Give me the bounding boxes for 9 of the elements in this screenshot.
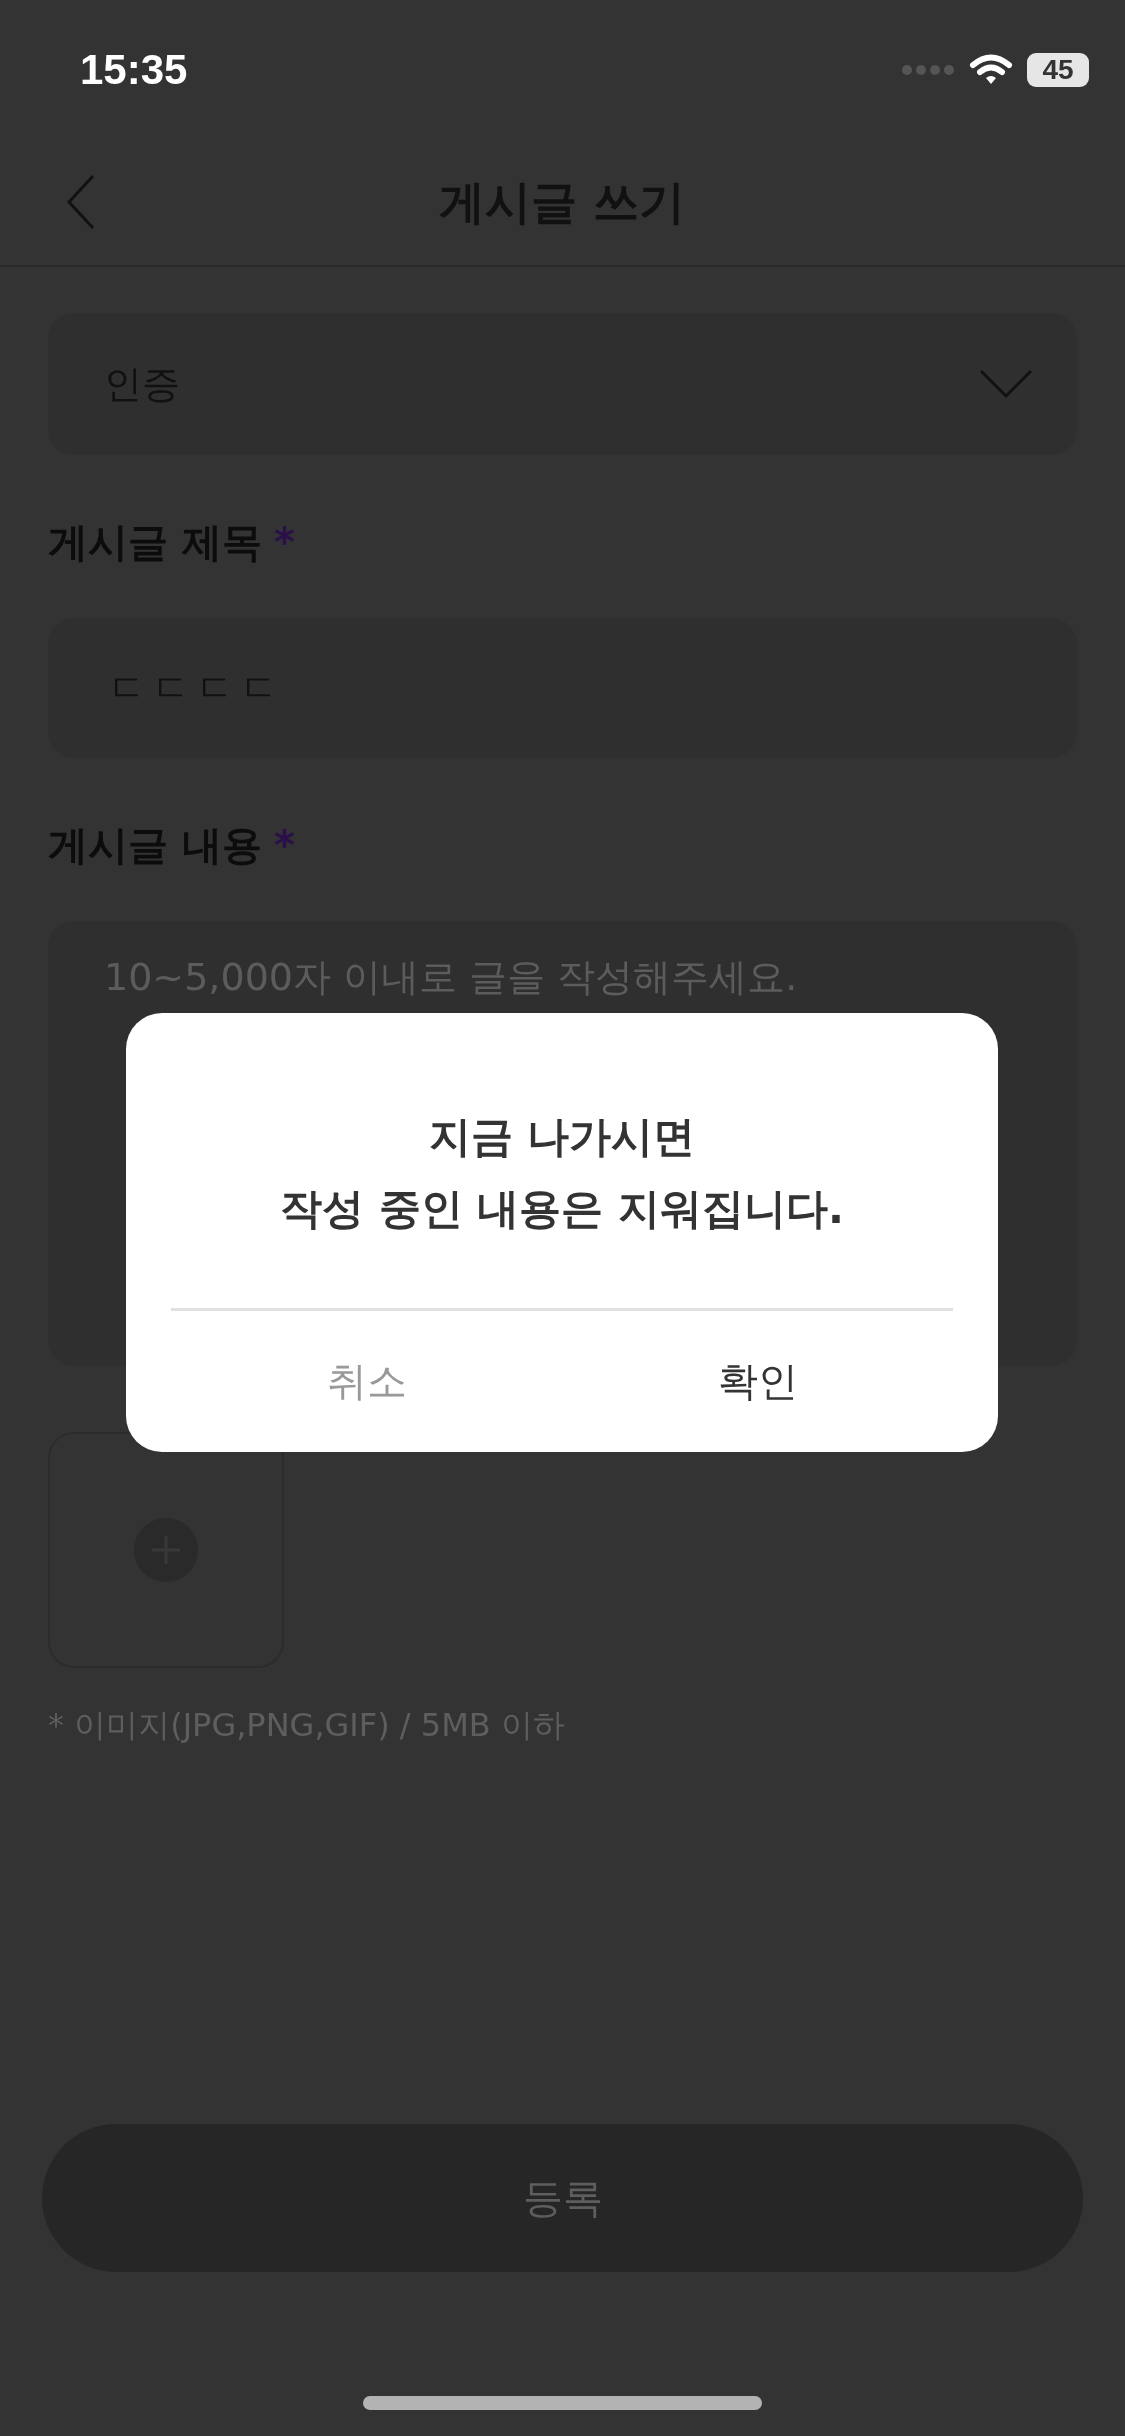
chevron-down-icon — [979, 369, 1033, 399]
required-mark: * — [273, 519, 295, 565]
confirm-button[interactable]: 확인 — [562, 1311, 953, 1452]
status-time: 15:35 — [80, 46, 188, 94]
battery-icon: 45 — [1027, 53, 1089, 87]
required-mark: * — [273, 822, 295, 868]
dialog-message: 지금 나가시면 작성 중인 내용은 지워집니다. — [280, 1111, 844, 1235]
signal-icon — [901, 64, 955, 76]
cancel-button[interactable]: 취소 — [171, 1311, 562, 1452]
